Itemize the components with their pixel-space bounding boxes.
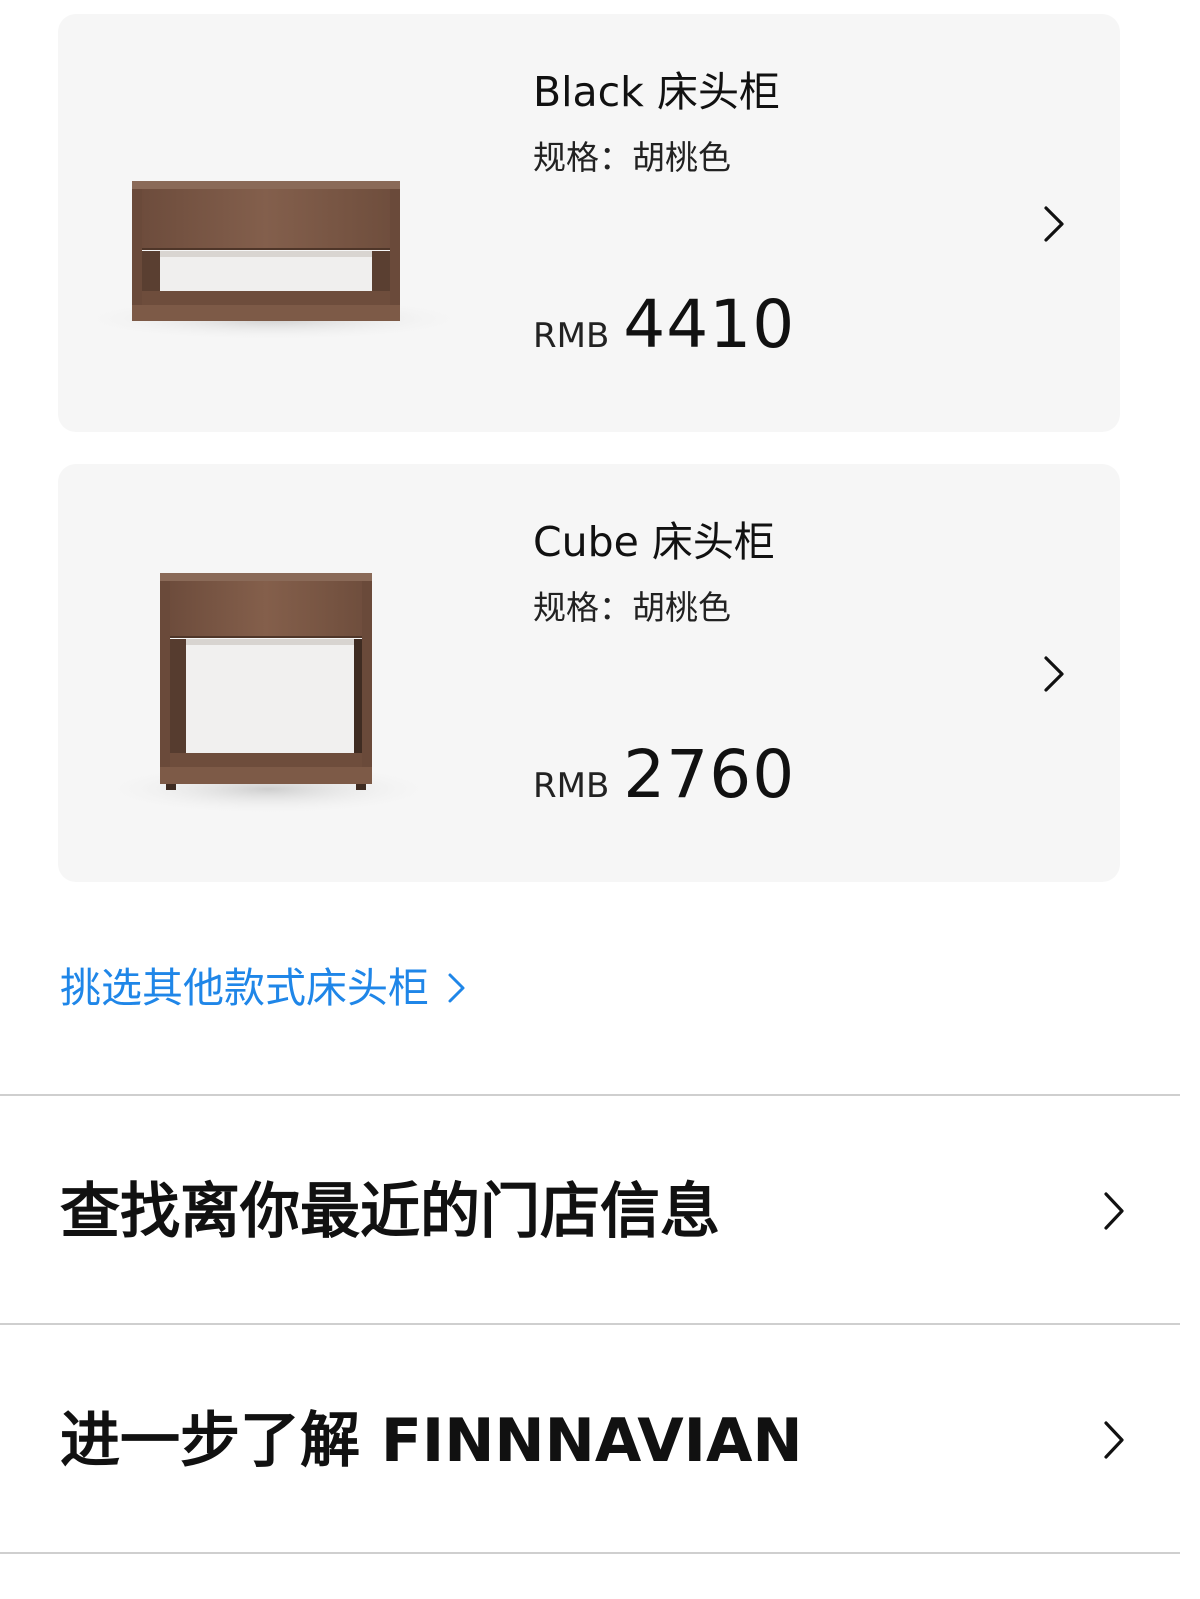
product-image-cube-nightstand	[98, 504, 478, 844]
price-currency: RMB	[533, 766, 610, 806]
product-name: Black 床头柜	[533, 68, 780, 116]
product-card-cube[interactable]: Cube 床头柜 规格：胡桃色 RMB 2760	[58, 464, 1120, 882]
price-value: 2760	[623, 736, 796, 813]
chevron-right-icon	[1098, 1190, 1128, 1232]
product-spec: 规格：胡桃色	[533, 588, 731, 627]
product-image-black-nightstand	[98, 54, 478, 394]
product-name: Cube 床头柜	[533, 518, 775, 566]
product-price: RMB 4410	[533, 286, 795, 363]
more-nightstands-link[interactable]: 挑选其他款式床头柜	[60, 960, 467, 1016]
chevron-right-icon[interactable]	[1038, 204, 1068, 244]
product-recommendation-page: Black 床头柜 规格：胡桃色 RMB 4410 Cube 床头柜 规格：胡桃…	[0, 0, 1200, 1599]
learn-more-brand-row[interactable]: 进一步了解 FINNNAVIAN	[0, 1325, 1180, 1551]
price-currency: RMB	[533, 316, 610, 356]
product-price: RMB 2760	[533, 736, 795, 813]
find-nearest-store-row[interactable]: 查找离你最近的门店信息	[0, 1096, 1180, 1322]
product-spec: 规格：胡桃色	[533, 138, 731, 177]
price-value: 4410	[623, 286, 796, 363]
chevron-right-icon[interactable]	[1038, 654, 1068, 694]
divider	[0, 1552, 1180, 1554]
find-nearest-store-label: 查找离你最近的门店信息	[60, 1177, 720, 1247]
chevron-right-icon	[1098, 1419, 1128, 1461]
more-nightstands-label: 挑选其他款式床头柜	[60, 964, 429, 1012]
learn-more-brand-label: 进一步了解 FINNNAVIAN	[60, 1406, 803, 1476]
product-card-black[interactable]: Black 床头柜 规格：胡桃色 RMB 4410	[58, 14, 1120, 432]
chevron-right-icon	[448, 973, 465, 1003]
